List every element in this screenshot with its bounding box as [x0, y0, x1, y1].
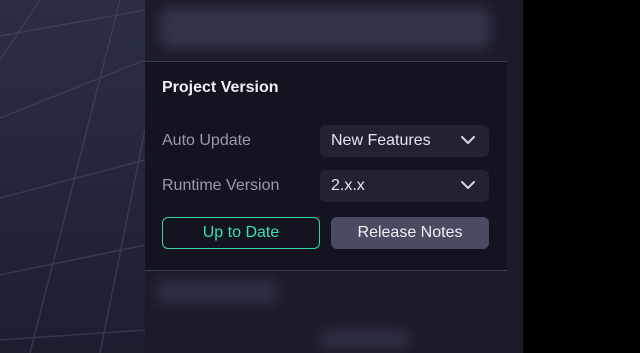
auto-update-value: New Features: [331, 132, 431, 149]
auto-update-label: Auto Update: [162, 132, 251, 149]
blurred-section-top: [160, 8, 490, 48]
project-version-card: Project Version Auto Update New Features…: [145, 61, 507, 271]
up-to-date-button[interactable]: Up to Date: [162, 217, 320, 249]
empty-area: [523, 0, 640, 353]
blurred-section-bottom-right: [320, 330, 410, 348]
runtime-version-value: 2.x.x: [331, 177, 365, 194]
chevron-down-icon: [461, 136, 475, 144]
runtime-version-select[interactable]: 2.x.x: [320, 170, 489, 202]
auto-update-select[interactable]: New Features: [320, 125, 489, 157]
blurred-section-bottom: [157, 280, 277, 304]
scene-grid: [0, 0, 145, 353]
scene-viewport[interactable]: [0, 0, 145, 353]
release-notes-button[interactable]: Release Notes: [331, 217, 489, 249]
project-version-title: Project Version: [162, 79, 279, 96]
runtime-version-label: Runtime Version: [162, 177, 280, 194]
chevron-down-icon: [461, 181, 475, 189]
panel-edge: [507, 61, 523, 271]
